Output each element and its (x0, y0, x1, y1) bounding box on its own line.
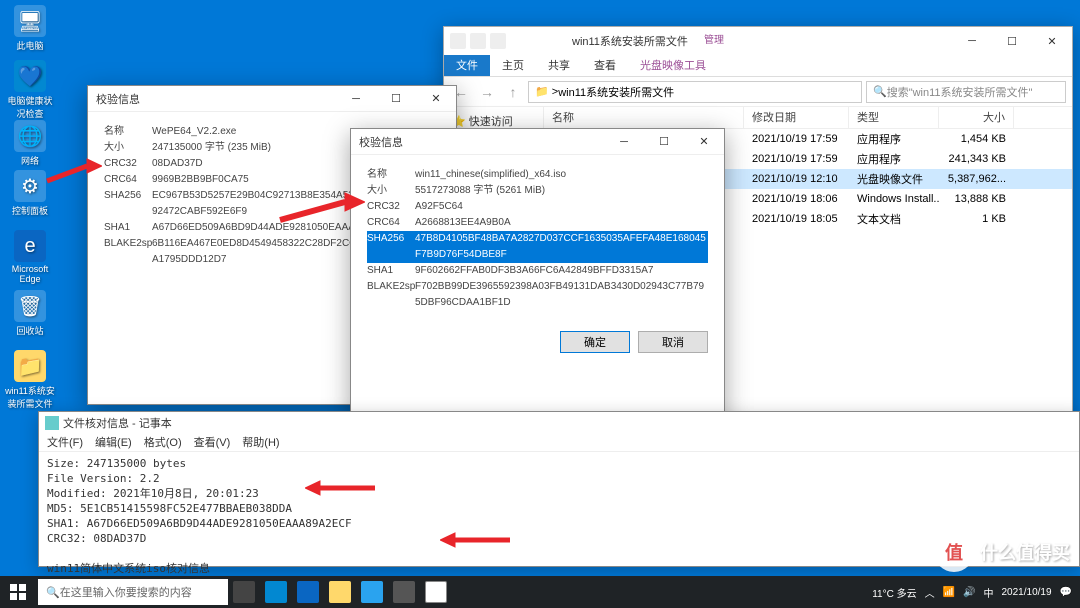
search-input[interactable]: 🔍 搜索"win11系统安装所需文件" (866, 81, 1066, 103)
close-button[interactable]: ✕ (1032, 29, 1072, 53)
taskbar-app[interactable] (324, 576, 356, 608)
dialog1-title: 校验信息 (96, 91, 140, 107)
menu-file[interactable]: 文件(F) (47, 434, 83, 451)
taskbar: 🔍 在这里输入你要搜索的内容 11°C 多云 ︿ 📶 🔊 中 2021/10/1… (0, 576, 1080, 608)
tray-ime-icon[interactable]: 中 (983, 585, 993, 600)
maximize-button[interactable]: ☐ (992, 29, 1032, 53)
ok-button[interactable]: 确定 (560, 331, 630, 353)
menu-help[interactable]: 帮助(H) (242, 434, 279, 451)
hash-row[interactable]: CRC32A92F5C64 (367, 199, 708, 215)
task-view-icon[interactable] (228, 576, 260, 608)
cancel-button[interactable]: 取消 (638, 331, 708, 353)
explorer-title: win11系统安装所需文件 (512, 33, 952, 49)
hash-row[interactable]: BLAKE2spF702BB99DE3965592398A03FB49131DA… (367, 279, 708, 311)
desktop-icon-control[interactable]: ⚙控制面板 (5, 170, 55, 217)
menu-edit[interactable]: 编辑(E) (95, 434, 132, 451)
start-button[interactable] (0, 576, 36, 608)
ribbon-tabs: 文件 主页 共享 查看 光盘映像工具 (444, 55, 1072, 77)
notepad-icon (45, 416, 59, 430)
tab-file[interactable]: 文件 (444, 55, 490, 76)
tab-disc-tools[interactable]: 光盘映像工具 (628, 55, 718, 76)
taskbar-app[interactable] (420, 576, 452, 608)
menu-view[interactable]: 查看(V) (194, 434, 231, 451)
hash-dialog-2: 校验信息 ─☐✕ 名称win11_chinese(simplified)_x64… (350, 128, 725, 453)
dialog2-max[interactable]: ☐ (644, 130, 684, 154)
explorer-titlebar[interactable]: 管理 win11系统安装所需文件 ─ ☐ ✕ (444, 27, 1072, 55)
watermark: 值 什么值得买 (934, 532, 1070, 572)
ribbon-contextual-label: 管理 (704, 31, 724, 46)
menu-format[interactable]: 格式(O) (144, 434, 182, 451)
tab-view[interactable]: 查看 (582, 55, 628, 76)
taskbar-app[interactable] (356, 576, 388, 608)
dialog1-close[interactable]: ✕ (416, 87, 456, 111)
notepad-window: 文件核对信息 - 记事本 文件(F) 编辑(E) 格式(O) 查看(V) 帮助(… (38, 411, 1080, 567)
desktop-icon-recycle[interactable]: 🗑回收站 (5, 290, 55, 337)
dialog1-max[interactable]: ☐ (376, 87, 416, 111)
desktop-icon-this-pc[interactable]: 🖥此电脑 (5, 5, 55, 52)
taskbar-app[interactable] (260, 576, 292, 608)
tray-date[interactable]: 2021/10/19 (1001, 587, 1051, 598)
dialog2-min[interactable]: ─ (604, 130, 644, 154)
tab-home[interactable]: 主页 (490, 55, 536, 76)
desktop-icon-edge[interactable]: eMicrosoft Edge (5, 230, 55, 284)
tray-chevron-icon[interactable]: ︿ (925, 585, 935, 600)
hash-row[interactable]: CRC64A2668813EE4A9B0A (367, 215, 708, 231)
notepad-content[interactable]: Size: 247135000 bytes File Version: 2.2 … (39, 452, 1079, 595)
taskbar-app[interactable] (292, 576, 324, 608)
tray-volume-icon[interactable]: 🔊 (963, 587, 975, 598)
taskbar-search[interactable]: 🔍 在这里输入你要搜索的内容 (38, 579, 228, 605)
hash-row[interactable]: SHA25647B8D4105BF48BA7A2827D037CCF163503… (367, 231, 708, 263)
nav-up-icon[interactable]: ↑ (502, 81, 524, 103)
file-list-headers[interactable]: 名称 修改日期 类型 大小 (544, 107, 1072, 129)
dialog2-close[interactable]: ✕ (684, 130, 724, 154)
address-bar[interactable]: 📁 > win11系统安装所需文件 (528, 81, 862, 103)
tray-network-icon[interactable]: 📶 (943, 587, 955, 598)
dialog2-title: 校验信息 (359, 134, 403, 150)
notepad-titlebar[interactable]: 文件核对信息 - 记事本 (39, 412, 1079, 434)
desktop-icon-folder[interactable]: 📁win11系统安装所需文件 (5, 350, 55, 410)
taskbar-app[interactable] (388, 576, 420, 608)
dialog1-min[interactable]: ─ (336, 87, 376, 111)
desktop-icon-network[interactable]: 🌐网络 (5, 120, 55, 167)
desktop-icon-health[interactable]: 💙电脑健康状况检查 (5, 60, 55, 120)
hash-row[interactable]: 大小5517273088 字节 (5261 MiB) (367, 183, 708, 199)
tray-weather[interactable]: 11°C 多云 (872, 585, 916, 600)
nav-forward-icon[interactable]: → (476, 81, 498, 103)
hash-row[interactable]: 名称win11_chinese(simplified)_x64.iso (367, 167, 708, 183)
hash-row[interactable]: SHA19F602662FFAB0DF3B3A66FC6A42849BFFD33… (367, 263, 708, 279)
minimize-button[interactable]: ─ (952, 29, 992, 53)
tray-notifications-icon[interactable]: 💬 (1060, 587, 1072, 598)
tab-share[interactable]: 共享 (536, 55, 582, 76)
